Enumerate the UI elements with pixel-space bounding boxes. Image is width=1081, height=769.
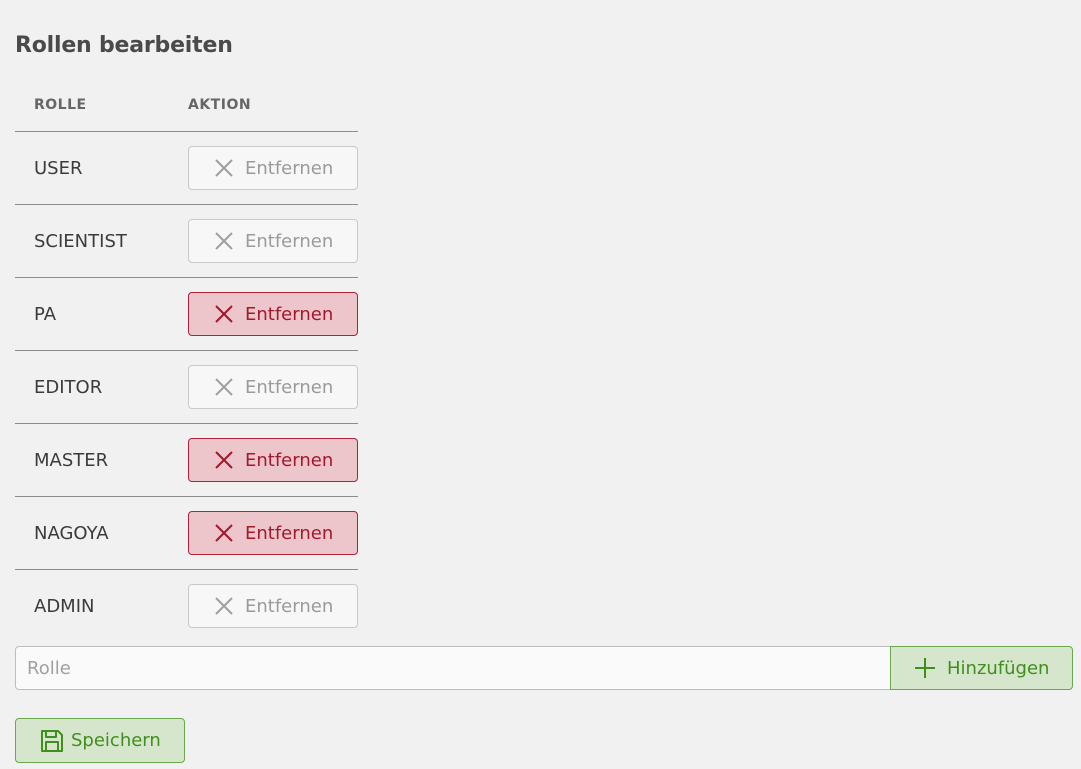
remove-role-button[interactable]: Entfernen [188,365,358,409]
role-action-cell: Entfernen [169,570,358,643]
add-role-row: Hinzufügen [15,646,1073,690]
remove-role-button[interactable]: Entfernen [188,584,358,628]
role-action-cell: Entfernen [169,423,358,497]
role-input[interactable] [15,646,890,690]
remove-role-button[interactable]: Entfernen [188,438,358,482]
save-label: Speichern [71,730,161,751]
role-name: MASTER [15,423,169,497]
remove-role-label: Entfernen [245,449,334,471]
remove-role-label: Entfernen [245,157,334,179]
close-icon [215,597,233,615]
table-row: EDITOR Entfernen [15,350,358,424]
remove-role-label: Entfernen [245,595,334,617]
close-icon [215,232,233,250]
save-button[interactable]: Speichern [15,718,185,763]
role-action-cell: Entfernen [169,277,358,351]
role-action-cell: Entfernen [169,496,358,570]
page-title: Rollen bearbeiten [15,33,233,58]
roles-table-body: USER Entfernen SCIENTIST Entfernen PA En… [15,131,358,643]
table-row: NAGOYA Entfernen [15,496,358,570]
table-row: ADMIN Entfernen [15,570,358,643]
role-action-cell: Entfernen [169,350,358,424]
remove-role-label: Entfernen [245,376,334,398]
table-row: MASTER Entfernen [15,423,358,497]
add-role-label: Hinzufügen [947,657,1050,679]
role-name: USER [15,131,169,205]
remove-role-label: Entfernen [245,230,334,252]
close-icon [215,159,233,177]
close-icon [215,451,233,469]
plus-icon [915,658,935,678]
table-row: USER Entfernen [15,131,358,205]
role-name: NAGOYA [15,496,169,570]
role-action-cell: Entfernen [169,131,358,205]
remove-role-button[interactable]: Entfernen [188,511,358,555]
table-row: SCIENTIST Entfernen [15,204,358,278]
role-name: PA [15,277,169,351]
remove-role-button[interactable]: Entfernen [188,146,358,190]
role-name: EDITOR [15,350,169,424]
role-name: SCIENTIST [15,204,169,278]
close-icon [215,524,233,542]
table-header-row: ROLLE AKTION [15,78,358,132]
remove-role-label: Entfernen [245,303,334,325]
roles-table: ROLLE AKTION USER Entfernen SCIENTIST En… [15,78,358,642]
role-name: ADMIN [34,595,95,617]
role-action-cell: Entfernen [169,204,358,278]
add-role-button[interactable]: Hinzufügen [890,646,1073,690]
table-row: PA Entfernen [15,277,358,351]
edit-roles-page: Rollen bearbeiten ROLLE AKTION USER Entf… [0,0,1081,769]
floppy-disk-icon [41,729,63,752]
remove-role-label: Entfernen [245,522,334,544]
column-header-role: ROLLE [15,78,169,132]
column-header-action: AKTION [169,78,358,132]
close-icon [215,378,233,396]
remove-role-button[interactable]: Entfernen [188,219,358,263]
close-icon [215,305,233,323]
remove-role-button[interactable]: Entfernen [188,292,358,336]
